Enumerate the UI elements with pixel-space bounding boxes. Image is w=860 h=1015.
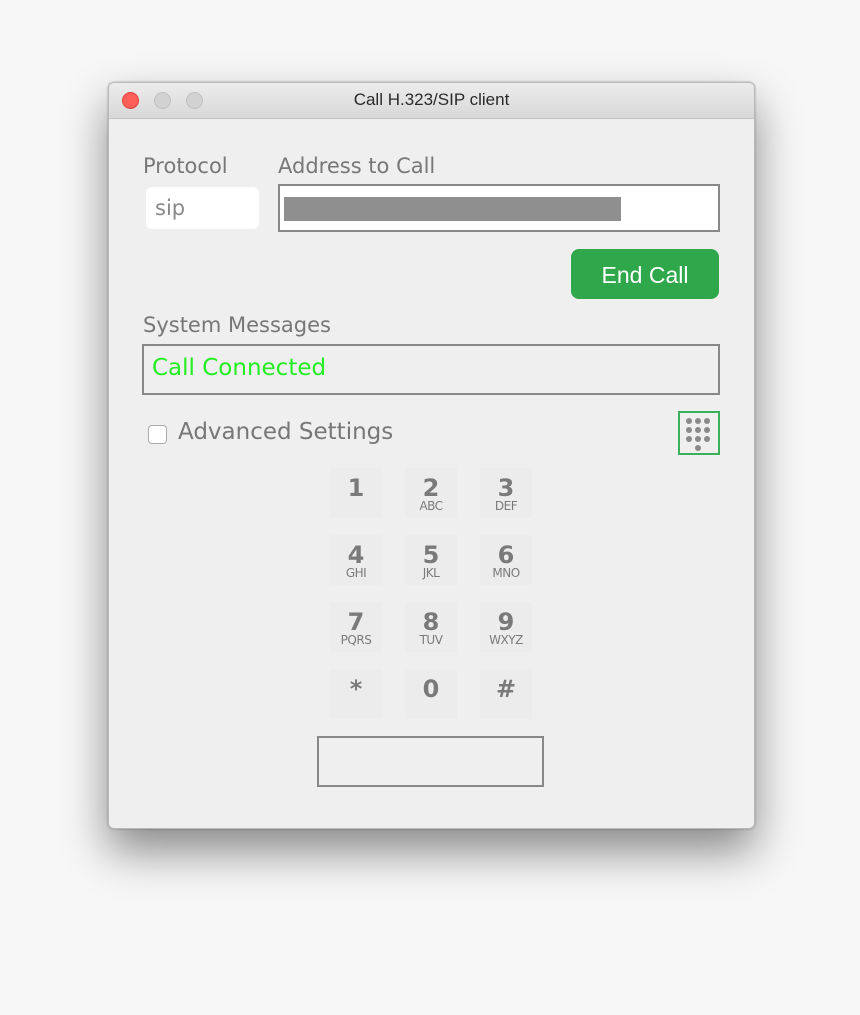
dialpad-key-8[interactable]: 8 TUV <box>405 602 457 652</box>
protocol-field[interactable]: sip <box>146 187 259 229</box>
dialpad-key-5[interactable]: 5 JKL <box>405 535 457 585</box>
window-title: Call H.323/SIP client <box>353 90 510 109</box>
redacted-address-value <box>284 197 621 221</box>
advanced-settings-checkbox[interactable] <box>148 425 167 444</box>
dialpad-key-2[interactable]: 2 ABC <box>405 468 457 518</box>
advanced-settings-label[interactable]: Advanced Settings <box>178 419 393 445</box>
dialpad-key-1[interactable]: 1 <box>330 468 382 518</box>
dialpad-key-3[interactable]: 3 DEF <box>480 468 532 518</box>
end-call-button[interactable]: End Call <box>571 249 719 299</box>
dialpad-key-6[interactable]: 6 MNO <box>480 535 532 585</box>
dialpad-key-9[interactable]: 9 WXYZ <box>480 602 532 652</box>
dialpad-key-4[interactable]: 4 GHI <box>330 535 382 585</box>
title-bar[interactable]: Call H.323/SIP client <box>109 83 754 119</box>
protocol-label: Protocol <box>143 154 228 178</box>
dialpad-key-0[interactable]: 0 <box>405 669 457 719</box>
address-label: Address to Call <box>278 154 436 178</box>
system-messages-label: System Messages <box>143 313 331 337</box>
dialpad-key-7[interactable]: 7 PQRS <box>330 602 382 652</box>
address-input[interactable] <box>278 184 720 232</box>
call-client-window: Call H.323/SIP client Protocol Address t… <box>108 82 755 829</box>
system-messages-box: Call Connected <box>142 344 720 395</box>
status-message: Call Connected <box>152 355 327 381</box>
dialpad-toggle-button[interactable] <box>678 411 720 455</box>
dialpad-key-star[interactable]: * <box>330 669 382 719</box>
dtmf-display-field[interactable] <box>317 736 544 787</box>
dialpad-key-hash[interactable]: # <box>480 669 532 719</box>
